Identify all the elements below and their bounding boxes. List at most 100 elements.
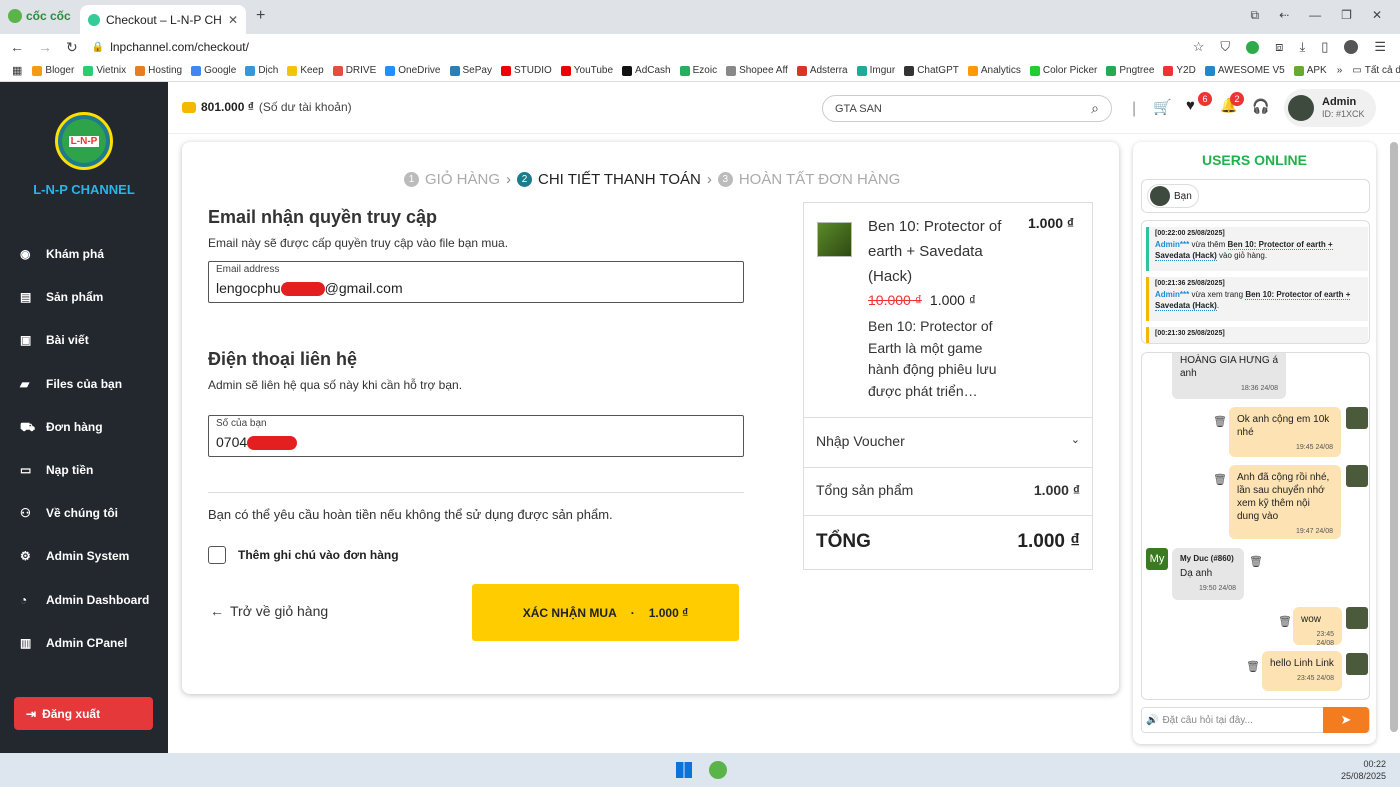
bookmark-item[interactable]: APK bbox=[1293, 65, 1327, 76]
bookmark-item[interactable]: ChatGPT bbox=[904, 65, 959, 76]
minimize-icon[interactable]: — bbox=[1309, 8, 1321, 23]
coccoc-icon bbox=[8, 9, 22, 23]
phone-value[interactable]: 0704 bbox=[216, 434, 298, 451]
shield-icon[interactable]: ⛉ bbox=[1220, 39, 1230, 55]
bookmark-item[interactable]: Imgur bbox=[856, 65, 895, 76]
bookmark-item[interactable]: DRIVE bbox=[332, 65, 376, 76]
logout-button[interactable]: ⇥ Đăng xuất bbox=[14, 697, 153, 730]
bookmark-item[interactable]: Vietnix bbox=[83, 65, 126, 76]
voucher-toggle[interactable]: Nhập Voucher ⌄ bbox=[816, 433, 1080, 449]
browser-logo[interactable]: cốc cốc bbox=[8, 9, 71, 23]
bookmark-item[interactable]: Dịch bbox=[245, 65, 278, 76]
back-history-icon[interactable]: ⇠ bbox=[1279, 8, 1289, 23]
profile-avatar-icon[interactable] bbox=[1344, 40, 1359, 54]
product-name[interactable]: Ben 10: Protector of earth + Savedata (H… bbox=[868, 214, 1001, 289]
bookmark-item[interactable]: Color Picker bbox=[1029, 65, 1097, 76]
bookmark-item[interactable]: Analytics bbox=[967, 65, 1021, 76]
close-tab-icon[interactable]: ✕ bbox=[228, 13, 238, 27]
extensions-icon[interactable]: ⧈ bbox=[1275, 39, 1283, 55]
bookmark-item[interactable]: AdCash bbox=[622, 65, 671, 76]
sidebar-item-khám-phá[interactable]: ◉ Khám phá bbox=[20, 247, 104, 261]
compass-icon: ◉ bbox=[20, 247, 31, 261]
microphone-icon[interactable]: 🔊 bbox=[1146, 715, 1158, 726]
heart-icon[interactable]: ♥ bbox=[1186, 97, 1195, 114]
new-tab-icon[interactable]: + bbox=[256, 7, 265, 25]
divider bbox=[208, 492, 744, 493]
bookmark-item[interactable]: Hosting bbox=[135, 65, 182, 76]
site-logo[interactable]: L-N-P bbox=[55, 112, 113, 170]
trash-icon[interactable]: 🗑 bbox=[1249, 555, 1263, 568]
search-box[interactable]: GTA SAN ⌕ bbox=[822, 95, 1112, 122]
chat-input[interactable]: Đặt câu hỏi tại đây... bbox=[1162, 715, 1323, 726]
bookmark-icon bbox=[967, 65, 978, 76]
search-input[interactable]: GTA SAN bbox=[835, 103, 1091, 115]
sidebar-item-admin-cpanel[interactable]: ▥ Admin CPanel bbox=[20, 636, 127, 650]
more-bookmarks-icon[interactable]: » bbox=[1337, 65, 1343, 76]
url-field[interactable]: lnpchannel.com/checkout/ bbox=[110, 40, 249, 54]
confirm-purchase-button[interactable]: XÁC NHẬN MUA · 1.000 ₫ bbox=[472, 584, 739, 641]
reload-icon[interactable]: ↻ bbox=[66, 39, 78, 56]
bookmark-item[interactable]: Ezoic bbox=[679, 65, 717, 76]
note-checkbox-row[interactable]: Thêm ghi chú vào đơn hàng bbox=[208, 546, 399, 564]
bookmark-item[interactable]: YouTube bbox=[560, 65, 613, 76]
sidebar-item-sản-phẩm[interactable]: ▤ Sản phẩm bbox=[20, 290, 103, 304]
trash-icon[interactable]: 🗑 bbox=[1278, 615, 1292, 628]
bookmark-item[interactable]: STUDIO bbox=[500, 65, 552, 76]
downloads-icon[interactable]: ⤓ bbox=[1299, 39, 1305, 55]
bookmark-star-icon[interactable]: ☆ bbox=[1193, 39, 1205, 55]
close-window-icon[interactable]: ✕ bbox=[1372, 8, 1382, 23]
support-headset-icon[interactable]: 🎧 bbox=[1252, 98, 1269, 115]
email-value[interactable]: lengocphu @gmail.com bbox=[216, 280, 403, 297]
online-user-me[interactable]: Bạn bbox=[1147, 184, 1199, 208]
download-green-icon[interactable] bbox=[1246, 40, 1260, 54]
active-tab[interactable]: Checkout – L-N-P CHANNE ✕ bbox=[80, 5, 246, 34]
phone-field[interactable]: Số của bạn 0704 bbox=[208, 415, 744, 457]
send-button[interactable]: ➤ bbox=[1323, 707, 1369, 733]
sidebar-toggle-icon[interactable]: ▯ bbox=[1321, 39, 1328, 55]
bookmark-item[interactable]: Shopee Aff bbox=[726, 65, 788, 76]
sidebar-item-bài-viết[interactable]: ▣ Bài viết bbox=[20, 333, 89, 347]
clock-date[interactable]: 25/08/2025 bbox=[1341, 771, 1386, 783]
bookmark-item[interactable]: Keep bbox=[287, 65, 324, 76]
step-1[interactable]: 1 GIỎ HÀNG bbox=[404, 171, 500, 188]
apps-grid-icon[interactable]: ▦ bbox=[12, 64, 22, 77]
bookmark-icon bbox=[904, 65, 915, 76]
cart-icon[interactable]: 🛒 bbox=[1153, 98, 1172, 116]
chat-message: My Duc (#860) Dạ anh 19:50 24/08 bbox=[1172, 548, 1244, 600]
forward-icon[interactable]: → bbox=[38, 39, 52, 55]
maximize-icon[interactable]: ❐ bbox=[1341, 8, 1352, 23]
email-field[interactable]: Email address lengocphu @gmail.com bbox=[208, 261, 744, 303]
search-icon[interactable]: ⌕ bbox=[1091, 100, 1099, 117]
user-menu[interactable]: Admin ID: #1XCK bbox=[1284, 89, 1376, 127]
reading-list-icon[interactable]: ⧉ bbox=[1251, 8, 1260, 23]
sidebar-item-admin-dashboard[interactable]: ◔ Admin Dashboard bbox=[20, 593, 149, 607]
all-bookmarks[interactable]: ▭Tất cả dấu trang bbox=[1352, 65, 1400, 76]
back-to-cart-link[interactable]: ← Trở về giỏ hàng bbox=[210, 603, 328, 619]
scrollbar[interactable] bbox=[1390, 142, 1398, 732]
clock-time[interactable]: 00:22 bbox=[1341, 759, 1386, 771]
bookmark-item[interactable]: SePay bbox=[449, 65, 492, 76]
windows-start-icon[interactable] bbox=[676, 762, 692, 778]
note-checkbox[interactable] bbox=[208, 546, 226, 564]
bookmark-item[interactable]: Google bbox=[191, 65, 236, 76]
sidebar-item-admin-system[interactable]: ⚙ Admin System bbox=[20, 549, 129, 563]
sidebar-item-đơn-hàng[interactable]: ⛟ Đơn hàng bbox=[20, 420, 103, 434]
trash-icon[interactable]: 🗑 bbox=[1246, 660, 1260, 673]
sidebar-item-nạp-tiền[interactable]: ▭ Nạp tiền bbox=[20, 463, 93, 477]
bookmark-item[interactable]: Bloger bbox=[32, 65, 74, 76]
checkout-steps: 1 GIỎ HÀNG › 2 CHI TIẾT THANH TOÁN › 3 HOÀN… bbox=[404, 171, 900, 188]
bookmark-item[interactable]: OneDrive bbox=[385, 65, 441, 76]
trash-icon[interactable]: 🗑 bbox=[1213, 415, 1227, 428]
sidebar-item-về-chúng-tôi[interactable]: ⚇ Về chúng tôi bbox=[20, 506, 118, 520]
menu-icon[interactable]: ☰ bbox=[1374, 39, 1386, 55]
bookmark-item[interactable]: Pngtree bbox=[1106, 65, 1154, 76]
product-thumbnail[interactable] bbox=[817, 222, 852, 257]
trash-icon[interactable]: 🗑 bbox=[1213, 473, 1227, 486]
sidebar-item-files-của-bạn[interactable]: ▰ Files của bạn bbox=[20, 377, 122, 391]
bookmark-item[interactable]: Y2D bbox=[1163, 65, 1196, 76]
bookmark-item[interactable]: AWESOME V5 bbox=[1204, 65, 1285, 76]
back-icon[interactable]: ← bbox=[10, 39, 24, 55]
avatar bbox=[1346, 607, 1368, 629]
bookmark-item[interactable]: Adsterra bbox=[796, 65, 848, 76]
coccoc-taskbar-icon[interactable] bbox=[709, 761, 727, 779]
